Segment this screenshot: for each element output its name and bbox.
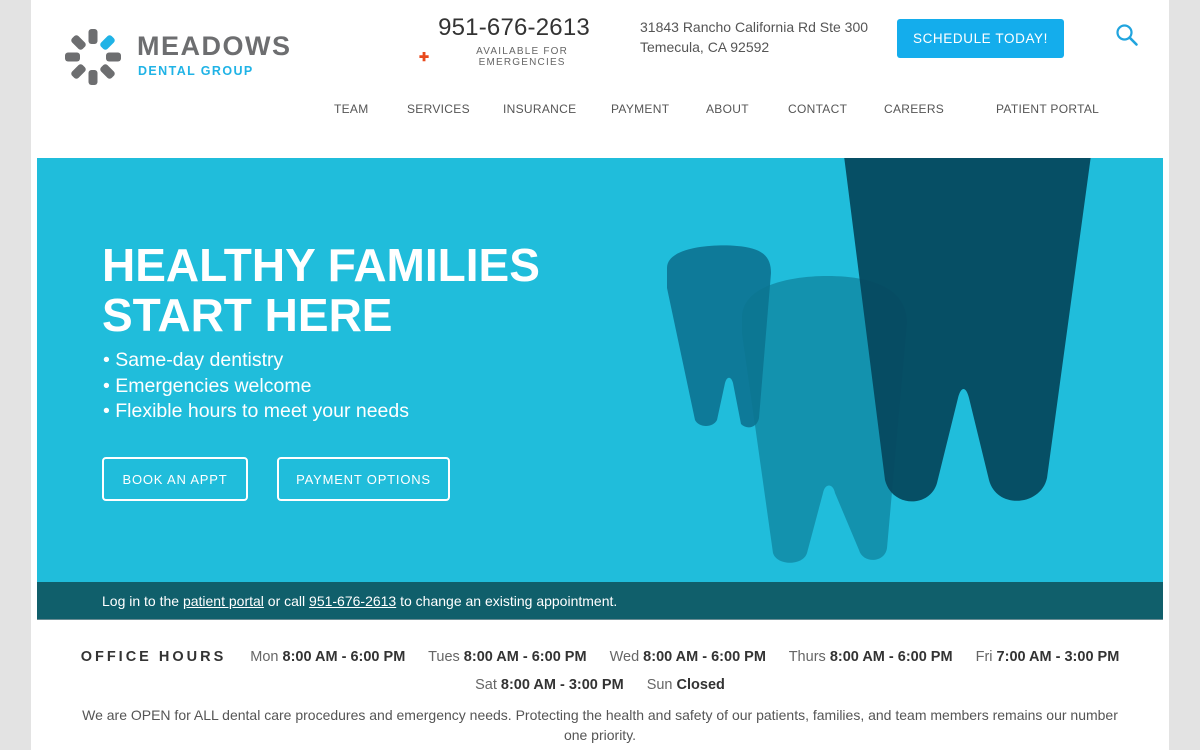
brand-subtitle: DENTAL GROUP <box>138 64 254 78</box>
portal-text-after: to change an existing appointment. <box>396 592 618 609</box>
emergency-note: ✚ AVAILABLE FOR EMERGENCIES <box>419 46 609 68</box>
covid-notice: We are OPEN for ALL dental care procedur… <box>82 707 1118 743</box>
hero-title: HEALTHY FAMILIES START HERE <box>102 240 540 340</box>
address-line-2: Temecula, CA 92592 <box>640 39 770 55</box>
payment-options-button[interactable]: PAYMENT OPTIONS <box>277 457 450 501</box>
address-line-1: 31843 Rancho California Rd Ste 300 <box>640 19 869 35</box>
office-hours-title: OFFICE HOURS <box>80 649 227 665</box>
hero-bullet: Emergencies welcome <box>103 374 409 400</box>
day-name: Mon <box>250 649 279 665</box>
nav-item-team[interactable]: TEAM <box>334 102 369 116</box>
day-time: Closed <box>676 677 725 693</box>
day-name: Fri <box>975 649 993 665</box>
day-time: 8:00 AM - 6:00 PM <box>282 649 406 665</box>
hero-bullet: Flexible hours to meet your needs <box>103 399 409 425</box>
nav-item-patient-portal[interactable]: PATIENT PORTAL <box>996 102 1099 116</box>
day-name: Sun <box>646 677 673 693</box>
office-hours: OFFICE HOURS Mon 8:00 AM - 6:00 PM Tues … <box>31 643 1169 699</box>
hours-thursday: Thurs 8:00 AM - 6:00 PM <box>789 649 953 665</box>
hours-sunday: Sun Closed <box>647 677 725 693</box>
patient-portal-link[interactable]: patient portal <box>183 593 264 609</box>
day-name: Sat <box>475 677 497 693</box>
nav-item-careers[interactable]: CAREERS <box>884 102 944 116</box>
plus-icon: ✚ <box>419 50 431 64</box>
patient-portal-bar: Log in to the patient portal or call 951… <box>37 582 1163 620</box>
brand-name: MEADOWS <box>137 31 292 61</box>
hours-saturday: Sat 8:00 AM - 3:00 PM <box>475 677 624 693</box>
hero-title-line-1: HEALTHY FAMILIES <box>102 239 540 291</box>
hero-bullet: Same-day dentistry <box>103 348 409 374</box>
portal-text-middle: or call <box>263 592 310 609</box>
hours-friday: Fri 7:00 AM - 3:00 PM <box>976 649 1120 665</box>
day-name: Wed <box>609 649 640 665</box>
portal-text-before: Log in to the <box>102 592 183 609</box>
logo-link[interactable]: MEADOWS DENTAL GROUP <box>63 27 303 87</box>
schedule-today-button[interactable]: SCHEDULE TODAY! <box>897 19 1064 58</box>
header-phone-link[interactable]: 951-676-2613 <box>419 14 609 42</box>
nav-item-services[interactable]: SERVICES <box>407 102 470 116</box>
hours-monday: Mon 8:00 AM - 6:00 PM <box>250 649 405 665</box>
day-name: Tues <box>428 649 460 665</box>
nav-item-payment[interactable]: PAYMENT <box>611 102 669 116</box>
address: 31843 Rancho California Rd Ste 300 Temec… <box>640 17 868 57</box>
hero-bullets: Same-day dentistry Emergencies welcome F… <box>103 348 409 425</box>
hours-tuesday: Tues 8:00 AM - 6:00 PM <box>428 649 586 665</box>
day-time: 8:00 AM - 6:00 PM <box>829 649 953 665</box>
day-time: 7:00 AM - 3:00 PM <box>996 649 1120 665</box>
day-time: 8:00 AM - 3:00 PM <box>500 677 624 693</box>
tooth-ring-logo-icon <box>65 29 121 85</box>
book-appointment-button[interactable]: BOOK AN APPT <box>102 457 248 501</box>
hours-wednesday: Wed 8:00 AM - 6:00 PM <box>610 649 766 665</box>
day-time: 8:00 AM - 6:00 PM <box>463 649 587 665</box>
hero-title-line-2: START HERE <box>102 289 393 341</box>
hero-banner: HEALTHY FAMILIES START HERE Same-day den… <box>37 158 1163 582</box>
portal-phone-link[interactable]: 951-676-2613 <box>309 593 396 609</box>
nav-item-insurance[interactable]: INSURANCE <box>503 102 576 116</box>
day-name: Thurs <box>788 649 826 665</box>
nav-item-contact[interactable]: CONTACT <box>788 102 847 116</box>
day-time: 8:00 AM - 6:00 PM <box>643 649 766 665</box>
page: MEADOWS DENTAL GROUP 951-676-2613 ✚ AVAI… <box>31 0 1169 750</box>
phone-block: 951-676-2613 ✚ AVAILABLE FOR EMERGENCIES <box>419 14 609 68</box>
search-icon[interactable] <box>1115 23 1139 47</box>
emergency-label: AVAILABLE FOR EMERGENCIES <box>476 46 569 68</box>
nav-item-about[interactable]: ABOUT <box>706 102 749 116</box>
